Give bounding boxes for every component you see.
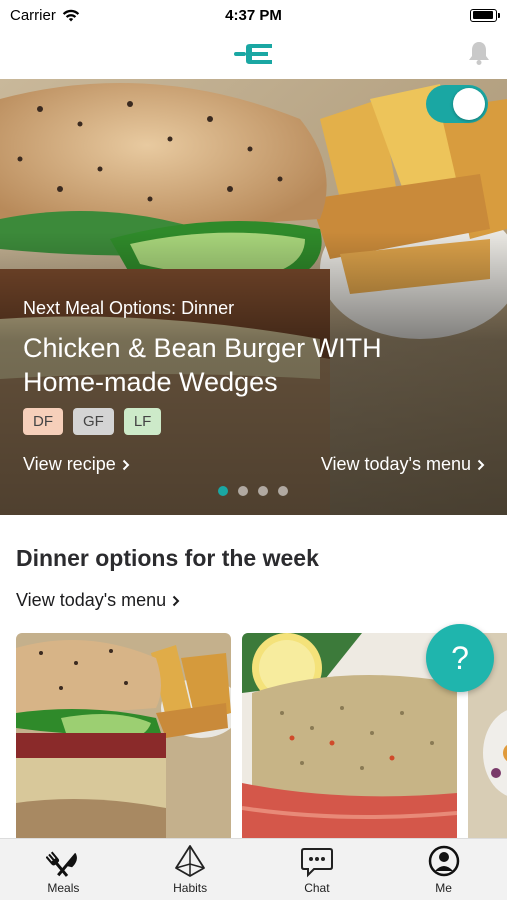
status-bar: Carrier 4:37 PM (0, 0, 507, 30)
meal-card-salmon[interactable] (242, 633, 457, 838)
tab-meals-label: Meals (47, 881, 80, 895)
tab-habits[interactable]: Habits (127, 839, 254, 900)
page-dot[interactable] (278, 486, 288, 496)
fork-logo-icon (233, 44, 272, 64)
battery-level (472, 11, 494, 19)
meal-title: Chicken & Bean Burger WITH Home-made Wed… (23, 333, 382, 397)
chevron-right-icon (172, 595, 180, 606)
status-left: Carrier (10, 7, 80, 24)
meal-card-burger[interactable] (16, 633, 231, 838)
view-todays-menu-link-secondary[interactable]: View today's menu (16, 590, 180, 611)
chevron-right-icon (122, 459, 130, 470)
view-menu-label: View today's menu (320, 454, 471, 474)
burger-thumbnail (16, 633, 231, 838)
nav-bar (0, 30, 507, 78)
page-dot[interactable] (218, 486, 228, 496)
view-recipe-link[interactable]: View recipe (23, 454, 130, 475)
hero-banner[interactable]: Next Meal Options: Dinner Chicken & Bean… (0, 79, 507, 515)
carrier-label: Carrier (10, 6, 56, 24)
tab-me[interactable]: Me (380, 839, 507, 900)
user-circle-icon (428, 845, 459, 877)
view-todays-menu-link[interactable]: View today's menu (321, 454, 485, 475)
diet-tags: DF GF LF (23, 408, 162, 435)
tab-chat-label: Chat (304, 881, 330, 895)
tab-habits-label: Habits (173, 881, 208, 895)
wifi-icon (62, 9, 80, 21)
fork-knife-icon (46, 851, 78, 877)
bell-icon[interactable] (467, 40, 491, 66)
meal-toggle[interactable] (426, 85, 488, 123)
tab-bar: Meals Habits Chat Me (0, 838, 507, 900)
next-meal-label: Next Meal Options: Dinner (23, 298, 235, 318)
toggle-knob (453, 88, 485, 120)
help-button[interactable]: ? (426, 624, 494, 692)
tag-lf: LF (123, 408, 162, 435)
pyramid-icon (175, 845, 206, 877)
page-indicator[interactable] (218, 486, 288, 496)
page-dot[interactable] (258, 486, 268, 496)
tag-gf: GF (73, 408, 114, 435)
section-title: Dinner options for the week (16, 545, 319, 571)
tab-me-label: Me (435, 881, 452, 895)
battery-icon (470, 8, 500, 22)
salmon-thumbnail (242, 633, 457, 838)
section-link-label: View today's menu (16, 590, 167, 610)
hero-overlay (0, 79, 507, 515)
chat-bubble-icon (300, 848, 333, 878)
tag-df: DF (23, 408, 63, 435)
page-dot[interactable] (238, 486, 248, 496)
view-recipe-label: View recipe (23, 454, 116, 474)
chevron-right-icon (477, 459, 485, 470)
tab-meals[interactable]: Meals (0, 839, 127, 900)
tab-chat[interactable]: Chat (254, 839, 381, 900)
